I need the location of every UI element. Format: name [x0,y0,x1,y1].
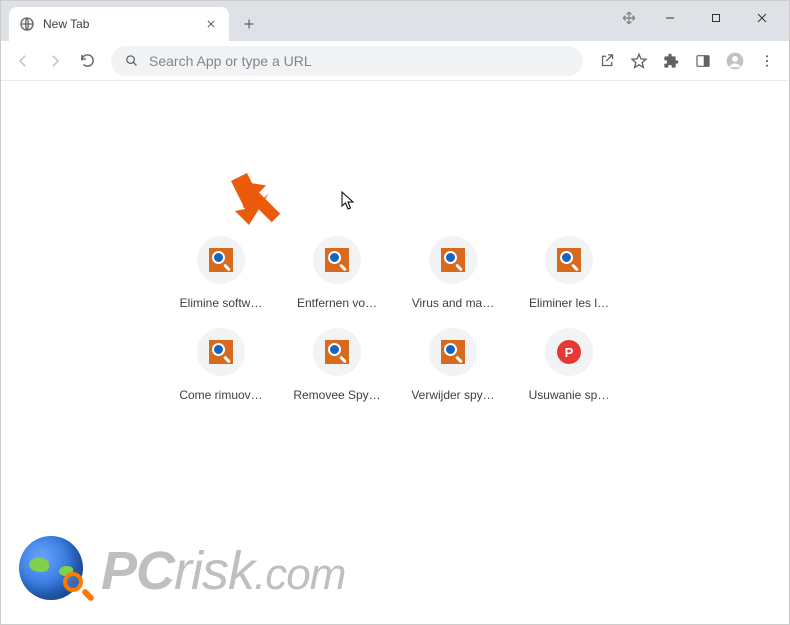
back-button[interactable] [9,47,37,75]
shortcut-favicon-circle [197,328,245,376]
shortcut-favicon-circle [545,236,593,284]
shortcut-label: Entfernen vo… [297,296,377,310]
shortcut-item[interactable]: Come rimuov… [165,328,277,402]
shortcut-label: Usuwanie sp… [529,388,610,402]
watermark-text: PCrisk.com [101,544,345,598]
search-icon [123,53,139,69]
favicon-icon [441,340,465,364]
cursor-icon [341,191,357,216]
drag-handle-icon[interactable] [611,2,647,34]
magnifier-icon [63,572,91,600]
watermark: PCrisk.com [19,536,345,606]
shortcut-favicon-circle: P [545,328,593,376]
shortcut-label: Eliminer les l… [529,296,609,310]
side-panel-button[interactable] [689,47,717,75]
window-titlebar: New Tab [1,1,789,41]
favicon-icon [325,340,349,364]
shortcuts-grid: Elimine softw… Entfernen vo… Virus and ma…… [165,236,625,402]
minimize-button[interactable] [647,2,693,34]
favicon-icon [325,248,349,272]
reload-button[interactable] [73,47,101,75]
new-tab-button[interactable] [235,10,263,38]
tab-title: New Tab [43,17,195,31]
shortcut-favicon-circle [429,236,477,284]
shortcut-label: Removee Spy… [293,388,380,402]
shortcut-item[interactable]: Elimine softw… [165,236,277,310]
shortcut-item[interactable]: Removee Spy… [281,328,393,402]
globe-icon [19,16,35,32]
shortcut-item[interactable]: Virus and ma… [397,236,509,310]
shortcut-favicon-circle [313,236,361,284]
favicon-icon: P [557,340,581,364]
close-icon[interactable] [203,16,219,32]
annotation-arrow-icon [229,171,289,236]
menu-button[interactable] [753,47,781,75]
shortcut-item[interactable]: Eliminer les l… [513,236,625,310]
share-button[interactable] [593,47,621,75]
shortcut-label: Come rimuov… [179,388,262,402]
bookmark-button[interactable] [625,47,653,75]
extensions-button[interactable] [657,47,685,75]
shortcut-favicon-circle [313,328,361,376]
shortcut-item[interactable]: Verwijder spy… [397,328,509,402]
favicon-icon [209,340,233,364]
shortcut-favicon-circle [429,328,477,376]
window-controls [611,1,785,41]
new-tab-content: Elimine softw… Entfernen vo… Virus and ma…… [1,81,789,624]
address-bar[interactable]: Search App or type a URL [111,46,583,76]
browser-toolbar: Search App or type a URL [1,41,789,81]
forward-button[interactable] [41,47,69,75]
favicon-icon [557,248,581,272]
shortcut-label: Verwijder spy… [411,388,494,402]
profile-button[interactable] [721,47,749,75]
browser-tab[interactable]: New Tab [9,7,229,41]
tab-strip: New Tab [1,1,611,41]
shortcut-label: Virus and ma… [412,296,494,310]
favicon-icon [441,248,465,272]
maximize-button[interactable] [693,2,739,34]
shortcut-item[interactable]: Entfernen vo… [281,236,393,310]
shortcut-label: Elimine softw… [180,296,263,310]
shortcut-item[interactable]: P Usuwanie sp… [513,328,625,402]
shortcut-favicon-circle [197,236,245,284]
close-window-button[interactable] [739,2,785,34]
favicon-icon [209,248,233,272]
address-bar-placeholder: Search App or type a URL [149,53,571,69]
